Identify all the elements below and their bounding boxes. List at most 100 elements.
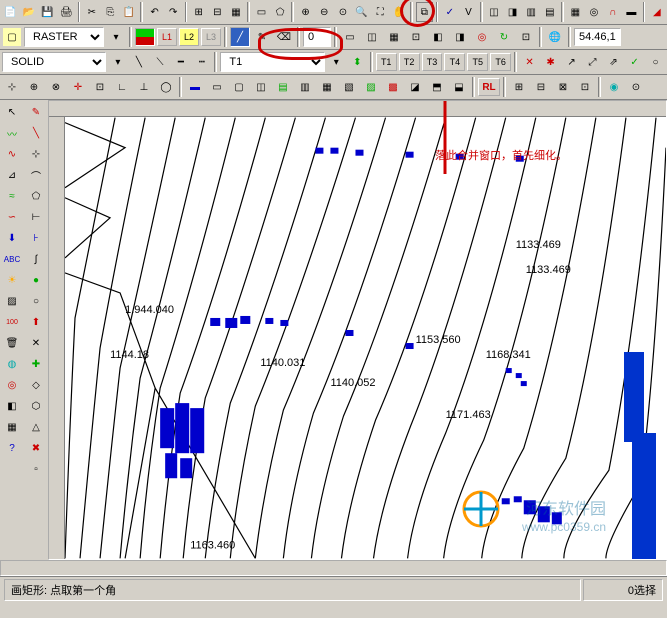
st2-arc[interactable]: ⌒ bbox=[26, 165, 46, 185]
st2-dline[interactable]: ╲ bbox=[26, 123, 46, 143]
rect-sel-btn[interactable]: ▭ bbox=[253, 2, 270, 22]
st2-cross[interactable]: ✕ bbox=[26, 333, 46, 353]
layer-dd-btn[interactable]: ▾ bbox=[106, 27, 126, 47]
dim-7-btn[interactable]: ○ bbox=[646, 52, 665, 72]
st-help[interactable]: ? bbox=[2, 438, 22, 458]
r4-22[interactable]: ⊞ bbox=[509, 77, 529, 97]
global-btn[interactable]: 🌐 bbox=[545, 27, 565, 47]
st-text[interactable]: ABC bbox=[2, 249, 22, 269]
magnet-btn[interactable]: ∩ bbox=[604, 2, 621, 22]
st-curve2[interactable]: ∽ bbox=[2, 207, 22, 227]
small-num-input[interactable] bbox=[303, 27, 331, 47]
st2-box[interactable]: ▫ bbox=[26, 459, 46, 479]
zoom-in-btn[interactable]: ⊕ bbox=[297, 2, 314, 22]
st2-poly[interactable]: ⬠ bbox=[26, 186, 46, 206]
layer-l1-btn[interactable]: L1 bbox=[157, 28, 177, 46]
r4-10[interactable]: ▭ bbox=[207, 77, 227, 97]
dim-3-btn[interactable]: ↗ bbox=[562, 52, 581, 72]
r4-27[interactable]: ⊙ bbox=[626, 77, 646, 97]
st2-x[interactable]: ✖ bbox=[26, 438, 46, 458]
st-pointer[interactable]: ↖ bbox=[2, 102, 22, 122]
r4-25[interactable]: ⊡ bbox=[575, 77, 595, 97]
st2-dot[interactable]: ● bbox=[26, 270, 46, 290]
line-1-btn[interactable]: ╲ bbox=[129, 52, 148, 72]
line-2-btn[interactable]: ⟍ bbox=[150, 52, 169, 72]
r4-19[interactable]: ◪ bbox=[405, 77, 425, 97]
r4-21[interactable]: ⬓ bbox=[449, 77, 469, 97]
r4-1[interactable]: ⊹ bbox=[2, 77, 22, 97]
tool2-btn[interactable]: ◨ bbox=[504, 2, 521, 22]
draw-pen-btn[interactable]: ✎ bbox=[252, 27, 272, 47]
tool3-btn[interactable]: ▥ bbox=[523, 2, 540, 22]
t3-btn[interactable]: T3 bbox=[422, 53, 443, 71]
dim-4-btn[interactable]: ⤢ bbox=[583, 52, 602, 72]
layer-l2-btn[interactable]: L2 bbox=[179, 28, 199, 46]
r4-16[interactable]: ▧ bbox=[339, 77, 359, 97]
st2-curve[interactable]: ∫ bbox=[26, 249, 46, 269]
t4-btn[interactable]: T4 bbox=[444, 53, 465, 71]
color-swatch-green[interactable] bbox=[135, 28, 155, 46]
open-file-btn[interactable]: 📂 bbox=[21, 2, 38, 22]
st2-tri[interactable]: △ bbox=[26, 417, 46, 437]
r4-9[interactable]: ▬ bbox=[185, 77, 205, 97]
btn-e[interactable]: ◧ bbox=[428, 27, 448, 47]
dim-5-btn[interactable]: ⇗ bbox=[604, 52, 623, 72]
r4-3[interactable]: ⊗ bbox=[46, 77, 66, 97]
r4-7[interactable]: ⊥ bbox=[134, 77, 154, 97]
t5-btn[interactable]: T5 bbox=[467, 53, 488, 71]
dim-6-btn[interactable]: ✓ bbox=[625, 52, 644, 72]
node-btn[interactable]: ⊡ bbox=[516, 27, 536, 47]
layer-toggle-btn[interactable]: ▢ bbox=[2, 27, 22, 47]
st-drop[interactable]: ⬇ bbox=[2, 228, 22, 248]
draw-line-btn[interactable]: ╱ bbox=[230, 27, 250, 47]
st2-plus[interactable]: ✚ bbox=[26, 354, 46, 374]
circle-arrow-btn[interactable]: ↻ bbox=[494, 27, 514, 47]
st-wave[interactable]: ≈ bbox=[2, 186, 22, 206]
st2-diamond[interactable]: ◇ bbox=[26, 375, 46, 395]
r4-24[interactable]: ⊠ bbox=[553, 77, 573, 97]
r4-6[interactable]: ∟ bbox=[112, 77, 132, 97]
btn-f[interactable]: ◨ bbox=[450, 27, 470, 47]
zoom-all-btn[interactable]: ⛶ bbox=[372, 2, 389, 22]
erase-btn[interactable]: ⌫ bbox=[274, 27, 294, 47]
cut-btn[interactable]: ✂ bbox=[83, 2, 100, 22]
cascade-btn[interactable]: ▦ bbox=[228, 2, 245, 22]
text-style-btn[interactable]: ⬍ bbox=[348, 52, 367, 72]
line-4-btn[interactable]: ┅ bbox=[192, 52, 211, 72]
r4-8[interactable]: ◯ bbox=[156, 77, 176, 97]
redo-btn[interactable]: ↷ bbox=[165, 2, 182, 22]
r4-17[interactable]: ▨ bbox=[361, 77, 381, 97]
target-btn[interactable]: ◎ bbox=[472, 27, 492, 47]
st-sq2[interactable]: ▦ bbox=[2, 417, 22, 437]
st2-node[interactable]: ⊹ bbox=[26, 144, 46, 164]
st2-up[interactable]: ⬆ bbox=[26, 312, 46, 332]
confirm-btn[interactable]: ✓ bbox=[441, 2, 458, 22]
tool1-btn[interactable]: ◫ bbox=[486, 2, 503, 22]
st-brush[interactable]: 〰 bbox=[2, 123, 22, 143]
r4-5[interactable]: ⊡ bbox=[90, 77, 110, 97]
r4-20[interactable]: ⬒ bbox=[427, 77, 447, 97]
save-file-btn[interactable]: 💾 bbox=[39, 2, 56, 22]
r4-15[interactable]: ▦ bbox=[317, 77, 337, 97]
st-curve[interactable]: ∿ bbox=[2, 144, 22, 164]
measure-btn[interactable]: ◢ bbox=[648, 2, 665, 22]
grid-btn[interactable]: ▦ bbox=[567, 2, 584, 22]
raster-combo[interactable]: RASTER bbox=[24, 27, 104, 47]
t2-btn[interactable]: T2 bbox=[399, 53, 420, 71]
st-line2[interactable]: ⊿ bbox=[2, 165, 22, 185]
st-circ2[interactable]: ◎ bbox=[2, 375, 22, 395]
t1-btn[interactable]: T1 bbox=[376, 53, 397, 71]
rl-btn[interactable]: RL bbox=[478, 78, 500, 96]
st-circ1[interactable]: ◍ bbox=[2, 354, 22, 374]
copy-btn[interactable]: ⎘ bbox=[102, 2, 119, 22]
zoom-prev-btn[interactable]: 🔍 bbox=[353, 2, 370, 22]
btn-c[interactable]: ▦ bbox=[384, 27, 404, 47]
paste-btn[interactable]: 📋 bbox=[121, 2, 138, 22]
pan-btn[interactable]: ✋ bbox=[391, 2, 408, 22]
snap-btn[interactable]: ◎ bbox=[586, 2, 603, 22]
st-fill[interactable]: ▨ bbox=[2, 291, 22, 311]
st-trash[interactable]: 🗑 bbox=[2, 333, 22, 353]
scrollbar-horizontal[interactable] bbox=[0, 560, 667, 576]
btn-a[interactable]: ▭ bbox=[340, 27, 360, 47]
r4-23[interactable]: ⊟ bbox=[531, 77, 551, 97]
